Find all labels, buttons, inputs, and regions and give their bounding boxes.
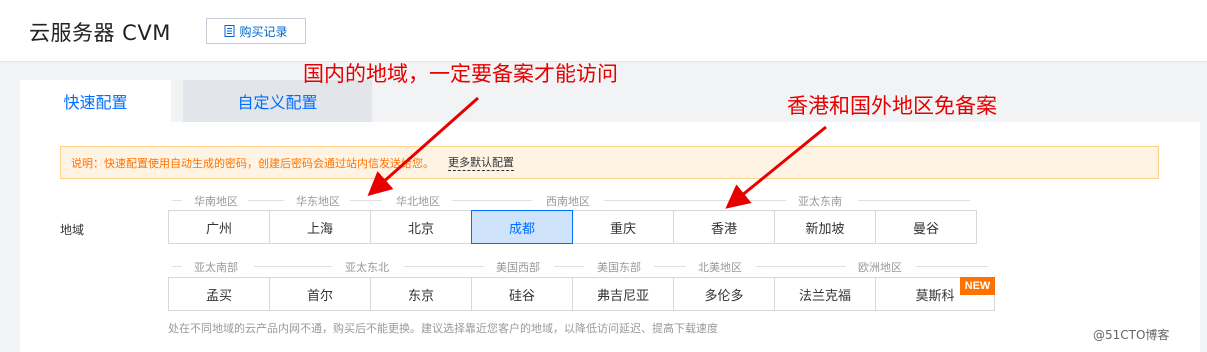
watermark: @51CTO博客 [1093,328,1170,342]
new-badge: NEW [960,277,995,295]
region-chengdu[interactable]: 成都 [471,210,573,244]
arrow-to-hongkong [725,125,827,209]
annotation-arrows [367,96,827,209]
arrow-to-shanghai [367,96,479,196]
